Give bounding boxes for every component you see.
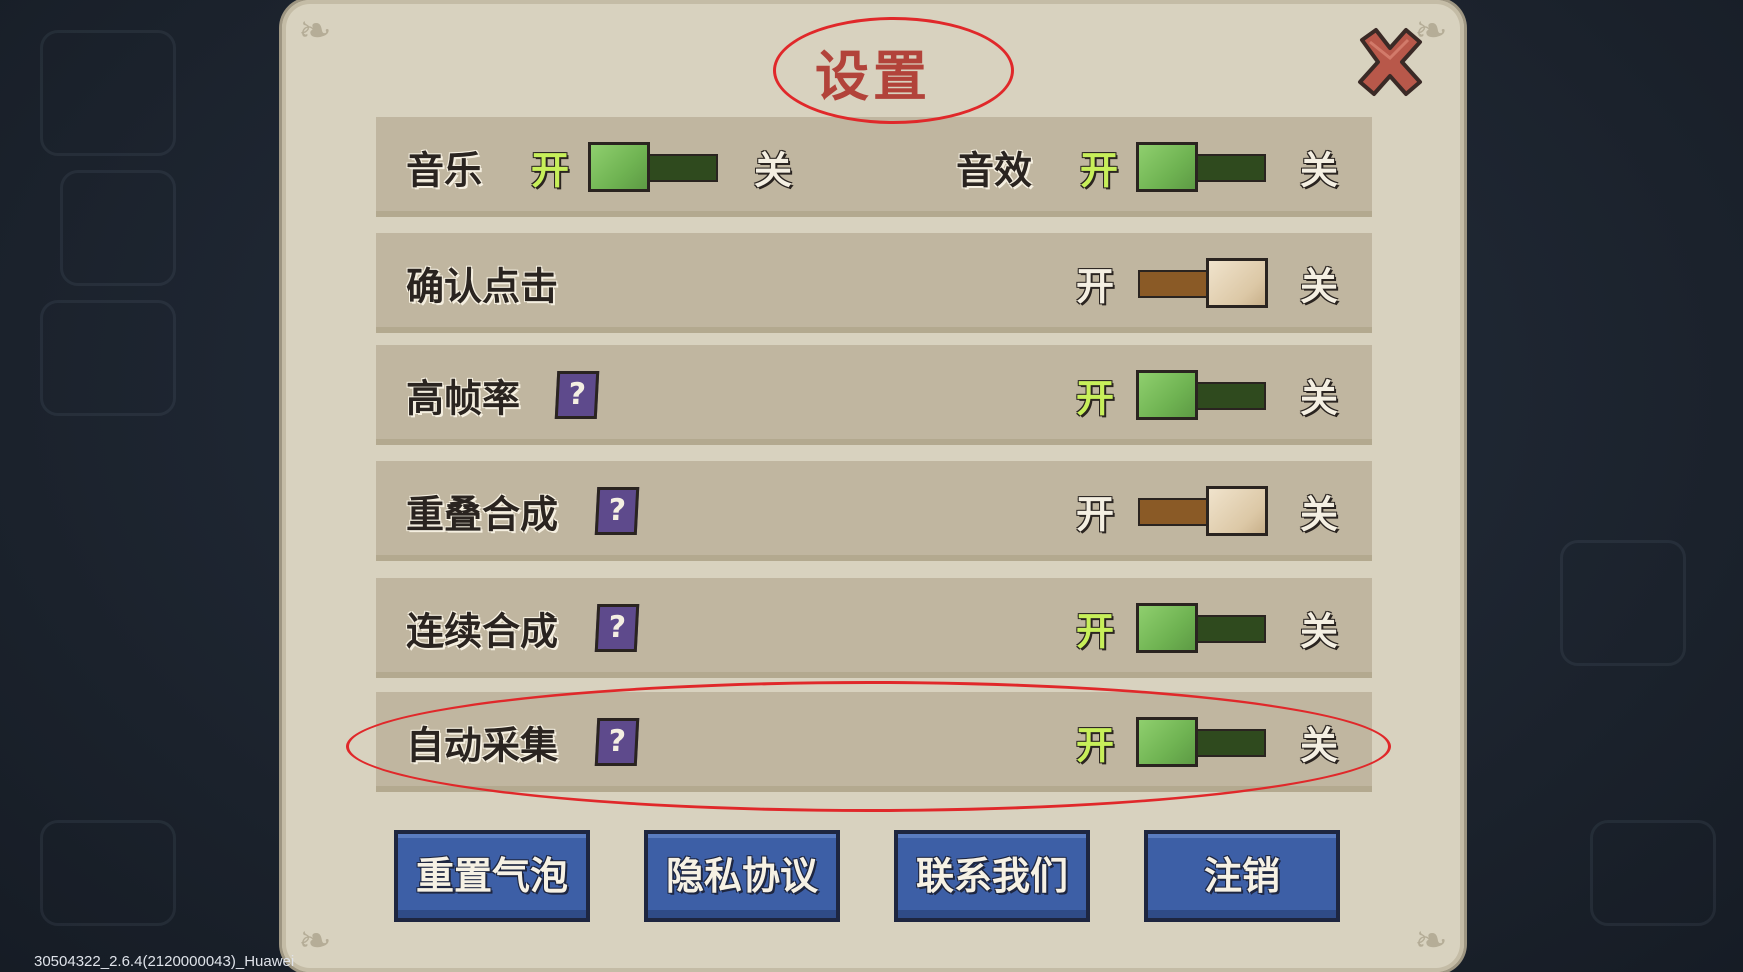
music-label: 音乐	[406, 148, 483, 193]
confirm-click-toggle[interactable]	[1136, 258, 1268, 308]
auto-collect-highlight-circle	[346, 681, 1391, 812]
close-x-icon[interactable]	[1350, 22, 1430, 102]
confirm-click-label: 确认点击	[406, 264, 559, 309]
background-tile	[1590, 820, 1716, 926]
continuous-merge-label: 连续合成	[406, 609, 559, 654]
version-text: 30504322_2.6.4(2120000043)_Huawei	[34, 953, 295, 970]
stack-merge-off-label: 关	[1300, 492, 1339, 537]
high-framerate-off-label: 关	[1300, 376, 1339, 421]
reset-bubbles-button[interactable]: 重置气泡	[394, 830, 590, 922]
stack-merge-on-label: 开	[1076, 492, 1115, 537]
stack-merge-toggle[interactable]	[1136, 486, 1268, 536]
toggle-knob	[1136, 142, 1198, 192]
title-highlight-circle	[773, 17, 1014, 124]
settings-row-high-framerate: 高帧率 ? 开 关	[376, 345, 1372, 445]
logout-button[interactable]: 注销	[1144, 830, 1340, 922]
help-icon[interactable]: ?	[594, 487, 640, 535]
toggle-knob	[1136, 603, 1198, 653]
help-icon[interactable]: ?	[554, 371, 600, 419]
settings-dialog: ❧ ❧ ❧ ❧ 设置 音乐 开 关 音效 开 关 确认点击 开 关 高帧率 ? …	[282, 0, 1464, 972]
toggle-knob	[1206, 258, 1268, 308]
high-framerate-on-label: 开	[1076, 376, 1115, 421]
corner-ornament-icon: ❧	[1414, 918, 1448, 964]
contact-us-button[interactable]: 联系我们	[894, 830, 1090, 922]
toggle-knob	[1136, 370, 1198, 420]
continuous-merge-on-label: 开	[1076, 609, 1115, 654]
sound-label: 音效	[956, 148, 1033, 193]
help-icon[interactable]: ?	[594, 604, 640, 652]
corner-ornament-icon: ❧	[298, 918, 332, 964]
settings-row-confirm-click: 确认点击 开 关	[376, 233, 1372, 333]
music-on-label: 开	[531, 148, 570, 193]
continuous-merge-toggle[interactable]	[1136, 603, 1268, 653]
settings-row-audio: 音乐 开 关 音效 开 关	[376, 117, 1372, 217]
stack-merge-label: 重叠合成	[406, 492, 559, 537]
continuous-merge-off-label: 关	[1300, 609, 1339, 654]
music-toggle[interactable]	[588, 142, 720, 192]
settings-row-continuous-merge: 连续合成 ? 开 关	[376, 578, 1372, 678]
confirm-click-off-label: 关	[1300, 264, 1339, 309]
confirm-click-on-label: 开	[1076, 264, 1115, 309]
toggle-knob	[588, 142, 650, 192]
background-tile	[40, 820, 176, 926]
background-tile	[40, 30, 176, 156]
music-off-label: 关	[754, 148, 793, 193]
background-tile	[40, 300, 176, 416]
sound-toggle[interactable]	[1136, 142, 1268, 192]
background-tile	[1560, 540, 1686, 666]
sound-off-label: 关	[1300, 148, 1339, 193]
toggle-knob	[1206, 486, 1268, 536]
sound-on-label: 开	[1080, 148, 1119, 193]
high-framerate-toggle[interactable]	[1136, 370, 1268, 420]
high-framerate-label: 高帧率	[406, 376, 521, 421]
background-tile	[60, 170, 176, 286]
settings-row-stack-merge: 重叠合成 ? 开 关	[376, 461, 1372, 561]
privacy-policy-button[interactable]: 隐私协议	[644, 830, 840, 922]
